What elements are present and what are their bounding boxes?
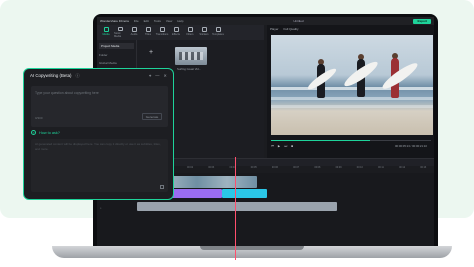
next-frame-icon[interactable]: ⏭ [284, 144, 287, 148]
import-media-button[interactable]: + [149, 49, 153, 56]
toolbar-filters[interactable]: Filters [184, 27, 196, 38]
app-titlebar: Wondershare Filmora File Edit Tools View… [97, 17, 434, 25]
menu-view[interactable]: View [166, 19, 172, 23]
menu-help[interactable]: Help [177, 19, 183, 23]
how-to-ask-label: How to ask? [39, 130, 60, 135]
previous-frame-icon[interactable]: ⏮ [271, 144, 274, 148]
toolbar-label: Transitions [155, 33, 169, 36]
ai-copywriting-panel: AI Copywriting (Beta) ⓘ ⌖ — ✕ 0/300 Gene… [23, 68, 174, 200]
panel-header: AI Copywriting (Beta) ⓘ ⌖ — ✕ [24, 69, 173, 82]
ruler-tick: 00:13 [420, 166, 427, 169]
result-area[interactable]: AI generated content will be displayed h… [31, 139, 168, 192]
library-item-project-media[interactable]: Project Media [99, 43, 134, 49]
toolbar-label: Filters [186, 33, 194, 36]
timeline-playhead[interactable] [235, 157, 236, 260]
minimize-icon[interactable]: — [155, 73, 159, 78]
toolbar-transitions[interactable]: Transitions [156, 27, 168, 38]
char-count: 0/300 [35, 116, 43, 120]
total-time: 00:00:21:10 [412, 144, 427, 148]
audio-icon [131, 27, 137, 32]
generate-button[interactable]: Generate [142, 113, 162, 120]
ruler-tick: 00:09 [335, 166, 342, 169]
time-readout: 00:00:05:13 / 00:00:21:10 [395, 144, 427, 148]
ruler-tick: 00:11 [378, 166, 384, 169]
templates-icon [215, 27, 221, 32]
media-toolbar: Media Stock Media Audio Titles Transitio… [97, 25, 264, 40]
toolbar-label: Media [102, 33, 110, 36]
preview-player: Player Full Quality ⏮ ▶ ⏭ ■ 00:00:05:13 … [267, 25, 434, 158]
filters-icon [187, 27, 193, 32]
track-icon: ♪ [100, 206, 102, 210]
laptop-notch [200, 246, 304, 250]
playback-progress-fill [271, 140, 371, 142]
ruler-tick: 00:07 [293, 166, 300, 169]
video-preview[interactable] [271, 35, 433, 135]
question-box: 0/300 Generate [31, 86, 168, 127]
pin-icon[interactable]: ⌖ [149, 73, 151, 78]
ruler-tick: 00:12 [399, 166, 406, 169]
app-name: Wondershare Filmora [100, 19, 129, 23]
playback-controls: ⏮ ▶ ⏭ ■ [271, 144, 293, 148]
menu-edit[interactable]: Edit [144, 19, 149, 23]
info-icon[interactable]: ⓘ [75, 73, 79, 79]
menu-file[interactable]: File [134, 19, 139, 23]
project-name: Untitled [293, 19, 304, 23]
media-thumbnail[interactable] [175, 47, 207, 65]
transitions-icon [159, 27, 165, 32]
close-icon[interactable]: ✕ [163, 73, 167, 78]
how-to-ask-link[interactable]: ? How to ask? [31, 130, 60, 135]
title-clip[interactable] [222, 189, 267, 198]
stage: Wondershare Filmora File Edit Tools View… [0, 0, 474, 267]
effect-clip[interactable] [172, 189, 222, 198]
toolbar-stock-media[interactable]: Stock Media [114, 27, 126, 38]
menu-tools[interactable]: Tools [154, 19, 161, 23]
library-item-folder[interactable]: Folder [99, 53, 134, 57]
current-time: 00:00:05:13 [395, 144, 410, 148]
question-input[interactable] [35, 91, 163, 95]
export-button[interactable]: Export [413, 18, 431, 24]
ruler-tick: 00:02 [187, 166, 194, 169]
toolbar-titles[interactable]: Titles [142, 27, 154, 38]
tab-player[interactable]: Player [270, 27, 279, 31]
toolbar-label: Templates [212, 33, 224, 36]
player-header: Player Full Quality [267, 25, 434, 32]
toolbar-label: Titles [144, 33, 152, 36]
ruler-tick: 00:06 [271, 166, 278, 169]
quality-dropdown[interactable]: Full Quality [284, 27, 299, 31]
panel-title: AI Copywriting (Beta) [30, 73, 72, 78]
stop-icon[interactable]: ■ [291, 144, 293, 148]
toolbar-audio[interactable]: Audio [128, 27, 140, 38]
copy-icon[interactable] [160, 185, 164, 189]
wave-line [271, 105, 433, 108]
wave-line [271, 87, 433, 90]
result-placeholder: AI generated content will be displayed h… [35, 142, 161, 151]
question-icon: ? [31, 130, 36, 135]
toolbar-label: Stock Media [114, 32, 122, 38]
ruler-tick: 00:08 [314, 166, 321, 169]
stock-media-icon [117, 27, 123, 31]
wave-line [271, 97, 433, 100]
media-name: Surfing Coast Vid... [177, 67, 202, 71]
titles-icon [145, 27, 151, 32]
effects-icon [173, 27, 179, 32]
toolbar-media[interactable]: Media [100, 27, 112, 38]
toolbar-label: Audio [130, 33, 138, 36]
ruler-tick: 00:05 [250, 166, 257, 169]
toolbar-label: Effects [172, 33, 180, 36]
toolbar-effects[interactable]: Effects [170, 27, 182, 38]
stickers-icon [201, 27, 207, 32]
toolbar-stickers[interactable]: Stickers [198, 27, 210, 38]
media-icon [103, 27, 109, 32]
play-icon[interactable]: ▶ [278, 144, 280, 148]
playback-progress[interactable] [271, 140, 431, 142]
toolbar-label: Stickers [199, 33, 209, 36]
ruler-tick: 00:03 [208, 166, 215, 169]
toolbar-templates[interactable]: Templates [212, 27, 224, 38]
audio-clip[interactable] [137, 202, 337, 211]
ruler-tick: 00:10 [356, 166, 363, 169]
library-item-global-media[interactable]: Global Media [99, 61, 134, 65]
